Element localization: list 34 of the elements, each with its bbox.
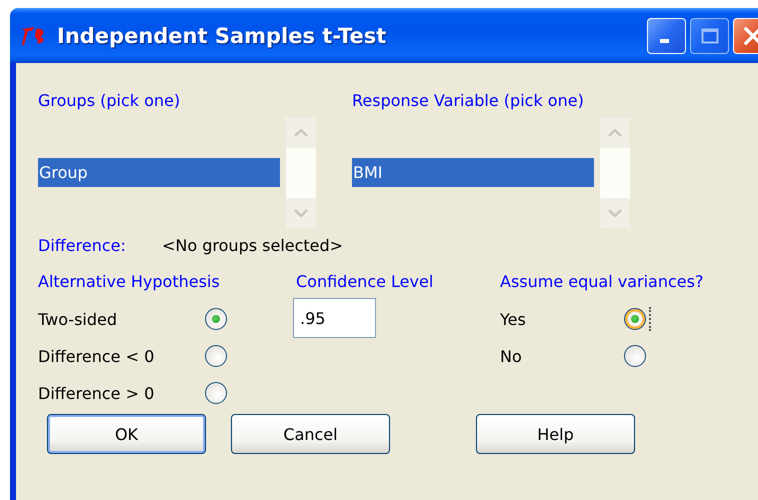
close-icon: [742, 26, 758, 46]
difference-value: <No groups selected>: [162, 236, 344, 256]
chevron-down-icon: [608, 209, 622, 217]
list-item[interactable]: Group: [38, 158, 280, 187]
field-label: Confidence Level: [296, 272, 434, 292]
difference-label: Difference:: [38, 236, 127, 256]
dialog-button[interactable]: Help: [476, 414, 635, 454]
option-label: No: [500, 346, 523, 366]
window-title: Independent Samples t-Test: [57, 24, 388, 48]
option-label: Difference < 0: [38, 346, 156, 366]
dialog-button[interactable]: Cancel: [231, 414, 390, 454]
chevron-down-icon: [294, 209, 308, 217]
chevron-up-icon: [294, 129, 308, 137]
confidence-field[interactable]: .95: [293, 298, 376, 338]
list-label: Groups (pick one): [38, 91, 182, 111]
chevron-up-icon: [608, 129, 622, 137]
focus-indicator: [649, 307, 651, 331]
group-label: Alternative Hypothesis: [38, 272, 221, 292]
minimize-icon: [660, 38, 669, 42]
radio-button[interactable]: [205, 308, 227, 330]
option-label: Difference > 0: [38, 384, 156, 402]
minimize-button[interactable]: [647, 18, 686, 54]
list-item[interactable]: BMI: [352, 158, 594, 187]
dialog-button[interactable]: OK: [47, 414, 206, 454]
option-label: Two-sided: [38, 310, 118, 328]
radio-button[interactable]: [205, 382, 227, 404]
radio-button[interactable]: [624, 308, 646, 330]
maximize-icon: [700, 28, 718, 44]
group-label: Assume equal variances?: [500, 272, 704, 292]
radio-button[interactable]: [205, 345, 227, 367]
radio-button[interactable]: [624, 345, 646, 367]
option-label: Yes: [500, 310, 527, 328]
maximize-button[interactable]: [690, 18, 729, 54]
list-label: Response Variable (pick one): [352, 91, 585, 111]
